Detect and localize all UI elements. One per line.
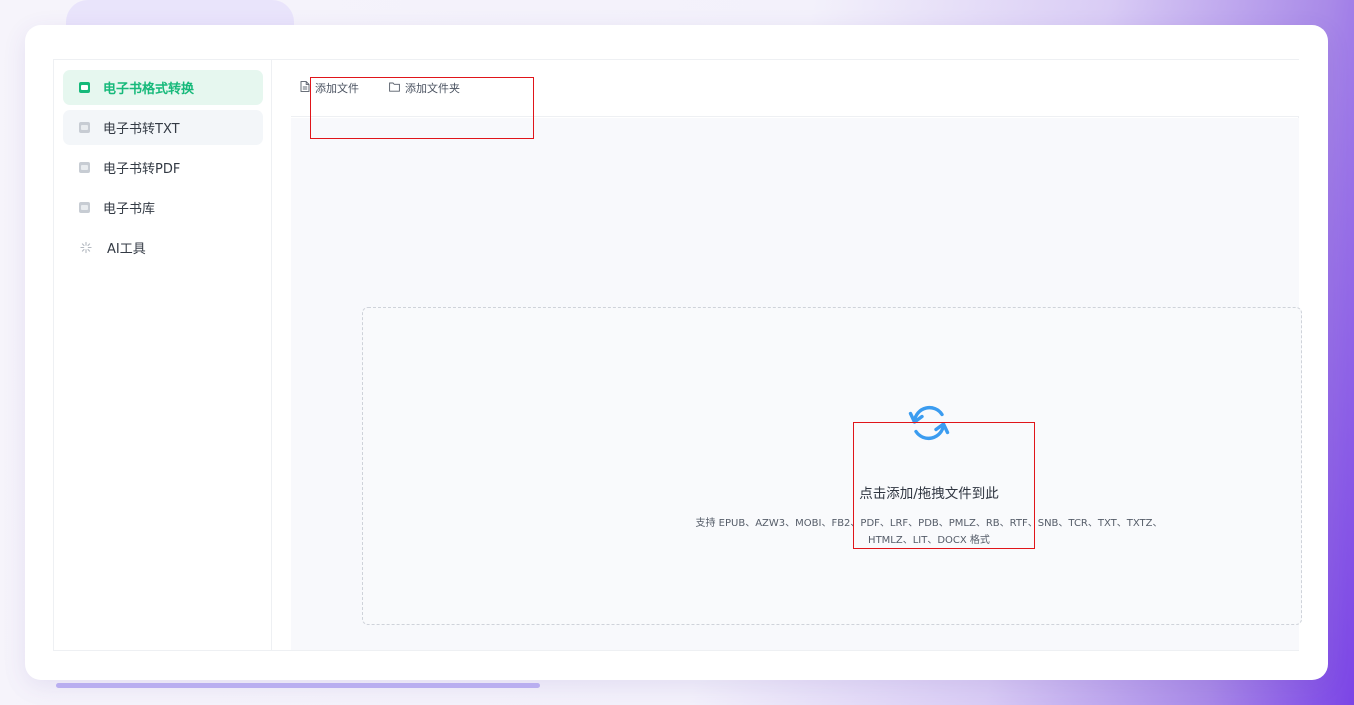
convert-icon	[78, 82, 90, 94]
add-file-button[interactable]: 添加文件	[300, 80, 359, 96]
library-icon	[78, 202, 90, 214]
sparkle-icon	[80, 241, 92, 254]
background-bar-decoration	[56, 683, 540, 688]
main-area: 添加文件 添加文件夹 点击添加/拖拽文件到此 支持 EPUB、AZW3、MOBI…	[273, 60, 1302, 650]
toolbar: 添加文件 添加文件夹	[291, 60, 1299, 117]
app-window: 电子书格式转换 电子书转TXT 电子书转PDF 电子书库 AI工具 添加文件 添…	[25, 25, 1328, 680]
file-dropzone[interactable]: 点击添加/拖拽文件到此 支持 EPUB、AZW3、MOBI、FB2、PDF、LR…	[362, 307, 1302, 625]
add-file-label: 添加文件	[315, 82, 359, 95]
sidebar-item-label: 电子书库	[103, 202, 156, 217]
sidebar-item-to-pdf[interactable]: 电子书转PDF	[63, 150, 263, 185]
sidebar: 电子书格式转换 电子书转TXT 电子书转PDF 电子书库 AI工具	[54, 60, 272, 650]
sidebar-item-library[interactable]: 电子书库	[63, 190, 263, 225]
add-folder-label: 添加文件夹	[405, 82, 460, 95]
sidebar-item-to-txt[interactable]: 电子书转TXT	[63, 110, 263, 145]
sidebar-item-label: 电子书格式转换	[103, 82, 195, 97]
sidebar-item-label: 电子书转TXT	[103, 122, 180, 137]
supported-formats-text: 支持 EPUB、AZW3、MOBI、FB2、PDF、LRF、PDB、PMLZ、R…	[695, 518, 1163, 546]
refresh-icon	[904, 398, 954, 452]
app-panel: 电子书格式转换 电子书转TXT 电子书转PDF 电子书库 AI工具 添加文件 添…	[53, 59, 1302, 651]
sidebar-item-label: 电子书转PDF	[103, 162, 181, 177]
folder-icon	[389, 82, 405, 95]
sidebar-item-label: AI工具	[107, 242, 146, 257]
sidebar-item-ai-tools[interactable]: AI工具	[63, 230, 263, 265]
file-icon	[300, 81, 315, 95]
txt-icon	[78, 122, 90, 134]
dropzone-title: 点击添加/拖拽文件到此	[859, 486, 999, 502]
pdf-icon	[78, 162, 90, 174]
content-area: 点击添加/拖拽文件到此 支持 EPUB、AZW3、MOBI、FB2、PDF、LR…	[291, 118, 1302, 650]
add-folder-button[interactable]: 添加文件夹	[389, 80, 460, 96]
sidebar-item-format-convert[interactable]: 电子书格式转换	[63, 70, 263, 105]
